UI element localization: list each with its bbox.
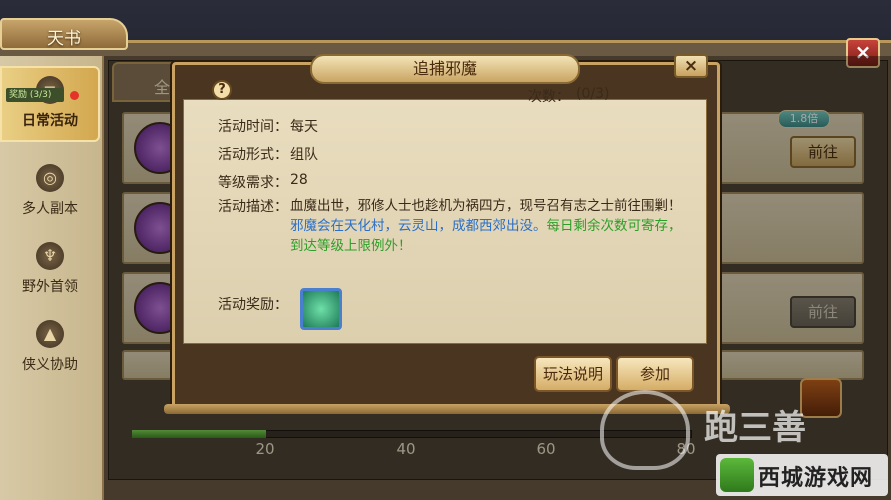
sidebar-item-label: 侠义协助	[22, 357, 78, 373]
watermark-ghost-icon	[600, 390, 690, 470]
site-logo-text: 西城游戏网	[758, 466, 874, 491]
reward-label: 活动奖励：	[218, 297, 288, 313]
sidebar-item-dungeon[interactable]: ◎ 多人副本	[0, 156, 100, 232]
form-value: 组队	[290, 147, 318, 163]
modal-title-bar: 追捕邪魔	[310, 54, 580, 84]
sidebar: ≡ 日常活动 ◎ 多人副本 ♆ 野外首领 ▲ 侠义协助	[0, 56, 104, 500]
level-label: 等级需求：	[218, 175, 288, 191]
count-value: (0/3)	[576, 86, 610, 102]
sidebar-item-label: 日常活动	[22, 113, 78, 129]
time-value: 每天	[290, 119, 318, 135]
hat-icon: ▲	[36, 320, 64, 348]
window-title-tab: 天书	[0, 18, 128, 50]
desc-locations: 邪魔会在天化村，云灵山，成都西郊出没。	[290, 218, 547, 234]
time-label: 活动时间：	[218, 119, 288, 135]
window-title: 天书	[47, 29, 81, 49]
modal-title: 追捕邪魔	[412, 59, 477, 78]
sidebar-item-boss[interactable]: ♆ 野外首领	[0, 234, 100, 310]
demon-icon: ♆	[36, 242, 64, 270]
count-label: 次数：	[528, 89, 570, 105]
desc-main: 血魔出世，邪修人士也趁机为祸四方，现号召有志之士前往围剿！	[290, 198, 682, 214]
watermark-text: 跑三善	[704, 408, 806, 448]
reward-item-icon[interactable]	[300, 288, 342, 330]
sidebar-item-daily[interactable]: ≡ 日常活动	[0, 66, 100, 142]
mask-icon: ◎	[36, 164, 64, 192]
activity-description: 血魔出世，邪修人士也趁机为祸四方，现号召有志之士前往围剿！ 邪魔会在天化村，云灵山…	[290, 196, 686, 256]
modal-close-button[interactable]: ×	[674, 54, 708, 78]
notification-dot	[70, 91, 79, 100]
reward-badge: 奖励 (3/3)	[6, 88, 64, 102]
help-icon[interactable]: ?	[212, 80, 232, 100]
level-value: 28	[290, 172, 308, 188]
sidebar-item-assist[interactable]: ▲ 侠义协助	[0, 312, 100, 388]
sidebar-item-label: 野外首领	[22, 279, 78, 295]
desc-label: 活动描述：	[218, 199, 288, 215]
sidebar-item-label: 多人副本	[22, 201, 78, 217]
form-label: 活动形式：	[218, 147, 288, 163]
castle-icon	[720, 458, 754, 492]
rules-button[interactable]: 玩法说明	[534, 356, 612, 392]
join-button[interactable]: 参加	[616, 356, 694, 392]
